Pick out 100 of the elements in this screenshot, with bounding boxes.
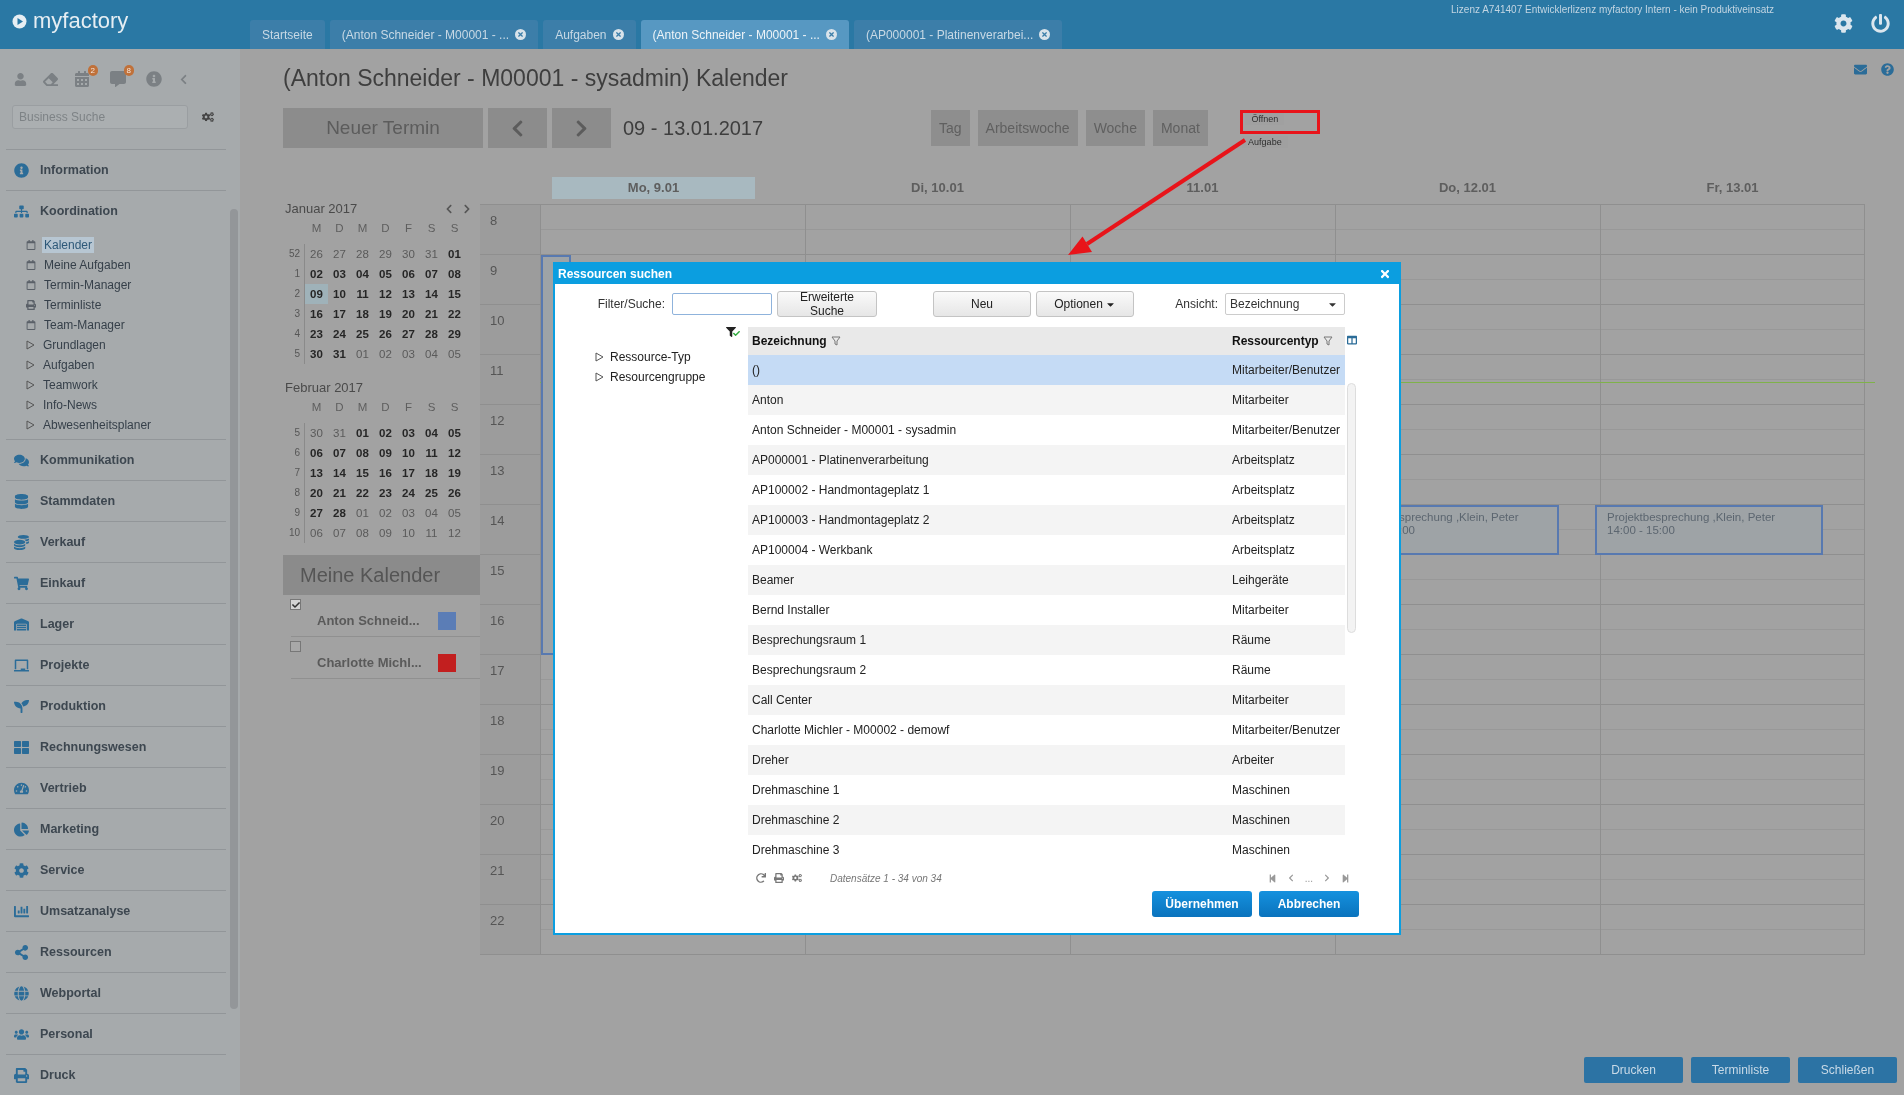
day-number[interactable]: 10 bbox=[397, 443, 420, 463]
checkbox[interactable] bbox=[290, 599, 301, 610]
tab[interactable]: (AP000001 - Platinenverarbei... bbox=[853, 20, 1063, 49]
day-number[interactable]: 13 bbox=[305, 463, 328, 483]
day-number[interactable]: 07 bbox=[328, 443, 351, 463]
settings-icon[interactable] bbox=[1834, 14, 1853, 33]
tree-item[interactable]: Resourcengruppe bbox=[610, 370, 706, 384]
day-number[interactable]: 27 bbox=[305, 503, 328, 523]
day-number[interactable]: 28 bbox=[328, 503, 351, 523]
nav-item[interactable]: Druck bbox=[6, 1054, 226, 1095]
options-icon[interactable] bbox=[202, 111, 214, 123]
day-number[interactable]: 24 bbox=[397, 483, 420, 503]
day-number[interactable]: 30 bbox=[305, 344, 328, 364]
collapse-icon[interactable] bbox=[178, 73, 189, 85]
nav-subitem[interactable]: Teamwork bbox=[41, 377, 100, 393]
day-number[interactable]: 26 bbox=[374, 324, 397, 344]
day-number[interactable]: 25 bbox=[351, 324, 374, 344]
footer-button[interactable]: Schließen bbox=[1798, 1057, 1897, 1083]
nav-item[interactable]: Projekte bbox=[6, 644, 226, 685]
day-number[interactable]: 10 bbox=[328, 284, 351, 304]
day-number[interactable]: 17 bbox=[397, 463, 420, 483]
day-number[interactable]: 26 bbox=[443, 483, 466, 503]
table-row[interactable]: Anton Mitarbeiter bbox=[748, 385, 1345, 415]
day-number[interactable]: 09 bbox=[374, 443, 397, 463]
day-number[interactable]: 17 bbox=[328, 304, 351, 324]
day-number[interactable]: 11 bbox=[420, 443, 443, 463]
day-number[interactable]: 29 bbox=[443, 324, 466, 344]
previous-icon[interactable] bbox=[444, 203, 454, 214]
day-number[interactable]: 16 bbox=[374, 463, 397, 483]
nav-item[interactable]: Personal bbox=[6, 1013, 226, 1054]
refresh-icon[interactable] bbox=[756, 873, 766, 883]
last-page-icon[interactable] bbox=[1341, 873, 1350, 883]
day-number[interactable]: 11 bbox=[351, 284, 374, 304]
new-button[interactable]: Neu bbox=[933, 291, 1031, 317]
day-number[interactable]: 06 bbox=[305, 443, 328, 463]
help-icon[interactable] bbox=[1881, 63, 1894, 76]
tree-item[interactable]: Ressource-Typ bbox=[610, 350, 691, 364]
day-number[interactable]: 31 bbox=[328, 344, 351, 364]
checkbox[interactable] bbox=[290, 641, 301, 652]
day-number[interactable]: 06 bbox=[397, 264, 420, 284]
mail-icon[interactable] bbox=[1854, 63, 1867, 76]
nav-subitem[interactable]: Grundlagen bbox=[41, 337, 108, 353]
day-number[interactable]: 12 bbox=[374, 284, 397, 304]
dialog-button[interactable]: Übernehmen bbox=[1152, 891, 1252, 917]
day-number[interactable]: 19 bbox=[374, 304, 397, 324]
day-number[interactable]: 04 bbox=[351, 264, 374, 284]
tab[interactable]: Startseite bbox=[250, 20, 325, 49]
table-row[interactable]: AP100003 - Handmontageplatz 2 Arbeitsplatz bbox=[748, 505, 1345, 535]
next-icon[interactable] bbox=[462, 203, 472, 214]
eraser-icon[interactable] bbox=[43, 71, 58, 87]
scrollbar[interactable] bbox=[1347, 383, 1356, 633]
day-number[interactable]: 05 bbox=[374, 264, 397, 284]
day-number[interactable]: 21 bbox=[420, 304, 443, 324]
table-row[interactable]: Call Center Mitarbeiter bbox=[748, 685, 1345, 715]
nav-item[interactable]: Produktion bbox=[6, 685, 226, 726]
nav-item[interactable]: Lager bbox=[6, 603, 226, 644]
user-icon[interactable] bbox=[14, 72, 27, 86]
nav-subitem[interactable]: Aufgaben bbox=[41, 357, 97, 373]
nav-subitem[interactable]: Meine Aufgaben bbox=[42, 257, 133, 273]
table-row[interactable]: Besprechungsraum 1 Räume bbox=[748, 625, 1345, 655]
day-number[interactable]: 20 bbox=[305, 483, 328, 503]
previous-icon[interactable] bbox=[1286, 874, 1295, 882]
day-number[interactable]: 18 bbox=[351, 304, 374, 324]
nav-item[interactable]: Vertrieb bbox=[6, 767, 226, 808]
nav-item[interactable]: Kommunikation bbox=[6, 439, 226, 480]
day-number[interactable]: 16 bbox=[305, 304, 328, 324]
options-button[interactable]: Optionen bbox=[1036, 291, 1134, 317]
table-row[interactable]: () Mitarbeiter/Benutzer bbox=[748, 355, 1345, 385]
table-row[interactable]: Drehmaschine 2 Maschinen bbox=[748, 805, 1345, 835]
day-number[interactable]: 02 bbox=[374, 423, 397, 443]
day-number[interactable]: 25 bbox=[420, 483, 443, 503]
nav-subitem[interactable]: Terminliste bbox=[42, 297, 104, 313]
day-number[interactable]: 23 bbox=[374, 483, 397, 503]
nav-item[interactable]: Koordination bbox=[6, 190, 226, 231]
nav-subitem[interactable]: Info-News bbox=[41, 397, 100, 413]
day-number[interactable]: 05 bbox=[443, 423, 466, 443]
close-icon[interactable] bbox=[515, 29, 527, 40]
nav-subitem[interactable]: Kalender bbox=[42, 237, 95, 253]
day-number[interactable]: 14 bbox=[328, 463, 351, 483]
day-number[interactable]: 18 bbox=[420, 463, 443, 483]
day-number[interactable]: 22 bbox=[443, 304, 466, 324]
table-row[interactable]: Beamer Leihgeräte bbox=[748, 565, 1345, 595]
table-row[interactable]: Dreher Arbeiter bbox=[748, 745, 1345, 775]
nav-item[interactable]: Ressourcen bbox=[6, 931, 226, 972]
day-number[interactable]: 14 bbox=[420, 284, 443, 304]
day-number[interactable]: 03 bbox=[328, 264, 351, 284]
day-number[interactable]: 20 bbox=[397, 304, 420, 324]
day-number[interactable]: 15 bbox=[351, 463, 374, 483]
message-icon[interactable] bbox=[110, 71, 126, 87]
day-number[interactable]: 09 bbox=[305, 284, 328, 304]
nav-subitem[interactable]: Team-Manager bbox=[42, 317, 127, 333]
nav-item[interactable]: Stammdaten bbox=[6, 480, 226, 521]
day-number[interactable]: 13 bbox=[397, 284, 420, 304]
dialog-button[interactable]: Abbrechen bbox=[1259, 891, 1359, 917]
calendar-icon[interactable] bbox=[74, 71, 90, 87]
columns-icon[interactable] bbox=[1347, 335, 1357, 345]
next-icon[interactable] bbox=[1323, 874, 1331, 882]
day-number[interactable]: 15 bbox=[443, 284, 466, 304]
close-icon[interactable] bbox=[1379, 268, 1391, 280]
nav-subitem[interactable]: Abwesenheitsplaner bbox=[41, 417, 154, 433]
